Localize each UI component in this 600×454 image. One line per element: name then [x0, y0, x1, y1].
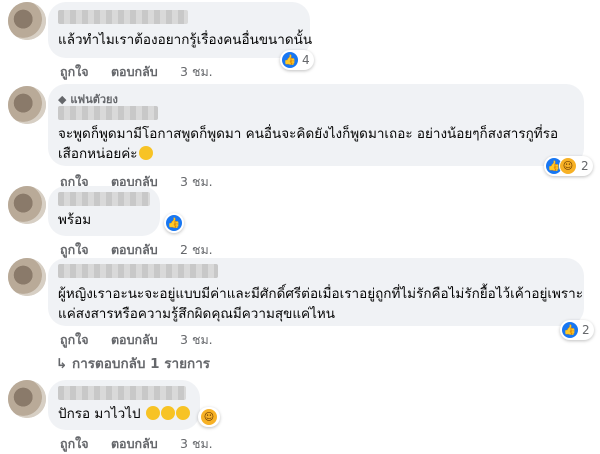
avatar[interactable] — [8, 2, 46, 40]
comment-actions: ถูกใจ ตอบกลับ 3 ชม. — [60, 330, 231, 350]
reaction-summary[interactable]: 👍 — [164, 213, 184, 233]
laughing-emoji-icon — [175, 406, 190, 420]
avatar[interactable] — [8, 380, 46, 418]
author-name-blurred[interactable] — [58, 192, 150, 206]
avatar[interactable] — [8, 258, 46, 296]
comment-actions: ถูกใจ ตอบกลับ 2 ชม. — [60, 240, 231, 260]
reply-button[interactable]: ตอบกลับ — [111, 64, 158, 79]
comment-bubble: ◆ แฟนตัวยง จะพูดก็พูดมามีโอกาสพูดก็พูดมา… — [48, 84, 584, 166]
author-name-blurred[interactable] — [58, 264, 218, 278]
avatar[interactable] — [8, 86, 46, 124]
comment-actions: ถูกใจ ตอบกลับ 3 ชม. — [60, 62, 231, 82]
like-button[interactable]: ถูกใจ — [60, 436, 89, 451]
author-name-blurred[interactable] — [58, 10, 188, 24]
comment-text-line-1: ผู้หญิงเราอะนะจะอยู่แบบมีค่าและมีศักดิ์ศ… — [58, 286, 583, 302]
reaction-summary[interactable]: 👍 2 — [560, 320, 594, 340]
comment-text: ปักรอ มาไวไป — [58, 404, 190, 424]
reply-arrow-icon: ↳ — [56, 356, 68, 372]
like-icon: 👍 — [282, 52, 298, 68]
timestamp[interactable]: 2 ชม. — [180, 242, 213, 257]
reply-button[interactable]: ตอบกลับ — [111, 332, 158, 347]
grin-emoji-icon — [138, 146, 153, 160]
laughing-emoji-icon — [160, 406, 175, 420]
author-name-blurred[interactable] — [58, 386, 186, 400]
like-button[interactable]: ถูกใจ — [60, 332, 89, 347]
like-icon: 👍 — [166, 215, 182, 231]
reaction-summary[interactable]: 👍 4 — [280, 50, 314, 70]
reaction-summary[interactable]: ☺ — [198, 407, 220, 427]
like-button[interactable]: ถูกใจ — [60, 242, 89, 257]
comment-bubble: พร้อม — [48, 186, 160, 236]
laughing-emoji-icon — [145, 406, 160, 420]
like-icon: 👍 — [562, 322, 578, 338]
timestamp[interactable]: 3 ชม. — [180, 332, 213, 347]
timestamp[interactable]: 3 ชม. — [180, 436, 213, 451]
comment-bubble: แล้วทำไมเราต้องอยากรู้เรื่องคนอื่นขนาดนั… — [48, 2, 313, 58]
comment-text-line-2: แค่สงสารหรือความรู้สึกผิดคุณมีความสุขแค่… — [58, 306, 335, 322]
comment-actions: ถูกใจ ตอบกลับ 3 ชม. — [60, 434, 231, 454]
like-button[interactable]: ถูกใจ — [60, 64, 89, 79]
view-replies-link[interactable]: ↳ การตอบกลับ 1 รายการ — [56, 352, 210, 374]
comment-text: พร้อม — [58, 212, 92, 228]
comment-bubble: ผู้หญิงเราอะนะจะอยู่แบบมีค่าและมีศักดิ์ศ… — [48, 258, 584, 326]
timestamp[interactable]: 3 ชม. — [180, 64, 213, 79]
reaction-summary[interactable]: 👍 ☺ 2 — [544, 156, 593, 176]
reply-button[interactable]: ตอบกลับ — [111, 436, 158, 451]
haha-icon: ☺ — [559, 157, 577, 175]
comment-bubble: ปักรอ มาไวไป — [48, 380, 200, 430]
avatar[interactable] — [8, 186, 46, 224]
comment-text-line-2: เสือกหน่อยค่ะ — [58, 144, 153, 164]
haha-icon: ☺ — [200, 408, 218, 426]
comment-text-line-1: จะพูดก็พูดมามีโอกาสพูดก็พูดมา คนอื่นจะคิ… — [58, 126, 559, 142]
author-name-blurred[interactable] — [58, 106, 158, 120]
comment-text: แล้วทำไมเราต้องอยากรู้เรื่องคนอื่นขนาดนั… — [58, 32, 313, 48]
badge-icon: ◆ — [58, 93, 67, 106]
reply-button[interactable]: ตอบกลับ — [111, 242, 158, 257]
timestamp[interactable]: 3 ชม. — [180, 174, 213, 189]
